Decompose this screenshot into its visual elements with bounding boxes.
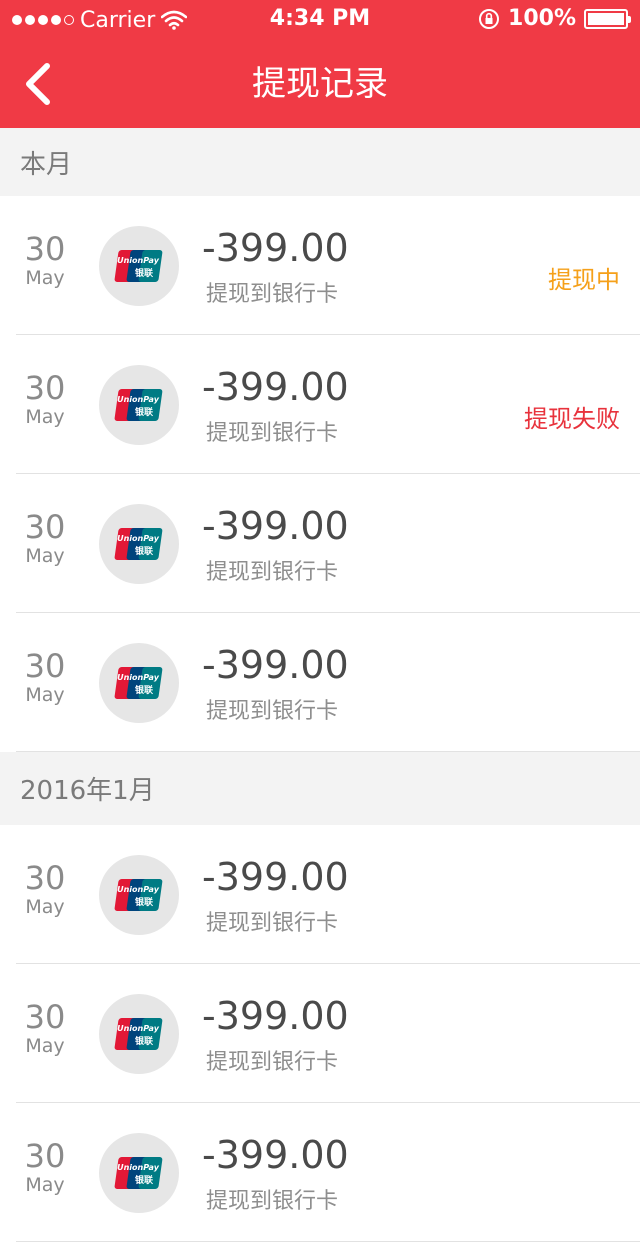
svg-text:UnionPay: UnionPay [117,395,160,404]
withdrawal-row[interactable]: 30 May UnionPay 银联 -399.00 提现到银行卡 [0,474,640,613]
unionpay-logo-icon: UnionPay 银联 [99,643,179,723]
status-bar: Carrier 4:34 PM 100% [0,0,640,40]
amount: -399.00 [202,365,349,409]
svg-text:UnionPay: UnionPay [117,534,160,543]
date: 30 May [20,232,70,290]
date: 30 May [20,1000,70,1058]
amount: -399.00 [202,643,349,687]
date: 30 May [20,510,70,568]
description: 提现到银行卡 [206,560,339,585]
rotation-lock-icon [479,8,500,29]
date-month: May [25,1035,65,1057]
date-day: 30 [24,508,66,546]
nav-bar: 提现记录 [0,40,640,128]
status-right: 100% [478,6,631,31]
date: 30 May [20,649,70,707]
svg-text:银联: 银联 [135,1174,154,1186]
svg-text:银联: 银联 [135,1035,154,1047]
unionpay-logo-icon: UnionPay 银联 [99,1133,179,1213]
svg-text:银联: 银联 [135,545,154,557]
svg-text:银联: 银联 [135,684,154,696]
withdrawal-row[interactable]: 30 May UnionPay 银联 -399.00 提现到银行卡 [0,825,640,964]
withdrawal-row[interactable]: 30 May UnionPay 银联 -399.00 提现到银行卡 [0,1103,640,1242]
withdrawal-row[interactable]: 30 May UnionPay 银联 -399.00 提现到银行卡 提现中 [0,196,640,335]
section-header: 2016年1月 [0,752,640,825]
header: Carrier 4:34 PM 100% 提现记录 [0,0,640,128]
unionpay-logo-icon: UnionPay 银联 [99,226,179,306]
date-month: May [25,1174,65,1196]
date: 30 May [20,861,70,919]
battery-icon [584,8,631,29]
amount: -399.00 [202,855,349,899]
page-title: 提现记录 [252,64,388,104]
amount: -399.00 [202,226,349,270]
svg-text:银联: 银联 [135,406,154,418]
date-day: 30 [24,859,66,897]
battery-percent: 100% [508,6,576,31]
chevron-left-icon [26,63,50,105]
section-header: 本月 [0,128,640,196]
amount: -399.00 [202,994,349,1038]
svg-text:UnionPay: UnionPay [117,1163,160,1172]
date-day: 30 [24,998,66,1036]
date-month: May [25,684,65,706]
svg-text:UnionPay: UnionPay [117,673,160,682]
date: 30 May [20,1139,70,1197]
svg-text:UnionPay: UnionPay [117,256,160,265]
date-day: 30 [24,230,66,268]
date: 30 May [20,371,70,429]
withdrawal-row[interactable]: 30 May UnionPay 银联 -399.00 提现到银行卡 [0,613,640,752]
date-month: May [25,896,65,918]
unionpay-logo-icon: UnionPay 银联 [99,994,179,1074]
withdrawal-row[interactable]: 30 May UnionPay 银联 -399.00 提现到银行卡 [0,964,640,1103]
withdrawal-row[interactable]: 30 May UnionPay 银联 -399.00 提现到银行卡 提现失败 [0,335,640,474]
date-month: May [25,545,65,567]
status-label: 提现失败 [524,405,620,433]
amount: -399.00 [202,504,349,548]
svg-text:UnionPay: UnionPay [117,885,160,894]
unionpay-logo-icon: UnionPay 银联 [99,365,179,445]
svg-text:银联: 银联 [135,267,154,279]
date-day: 30 [24,1137,66,1175]
svg-text:银联: 银联 [135,896,154,908]
description: 提现到银行卡 [206,699,339,724]
description: 提现到银行卡 [206,421,339,446]
description: 提现到银行卡 [206,1189,339,1214]
description: 提现到银行卡 [206,911,339,936]
status-label: 提现中 [548,266,620,294]
description: 提现到银行卡 [206,282,339,307]
back-button[interactable] [14,60,62,108]
date-month: May [25,267,65,289]
date-month: May [25,406,65,428]
date-day: 30 [24,647,66,685]
svg-text:UnionPay: UnionPay [117,1024,160,1033]
description: 提现到银行卡 [206,1050,339,1075]
amount: -399.00 [202,1133,349,1177]
unionpay-logo-icon: UnionPay 银联 [99,504,179,584]
date-day: 30 [24,369,66,407]
unionpay-logo-icon: UnionPay 银联 [99,855,179,935]
